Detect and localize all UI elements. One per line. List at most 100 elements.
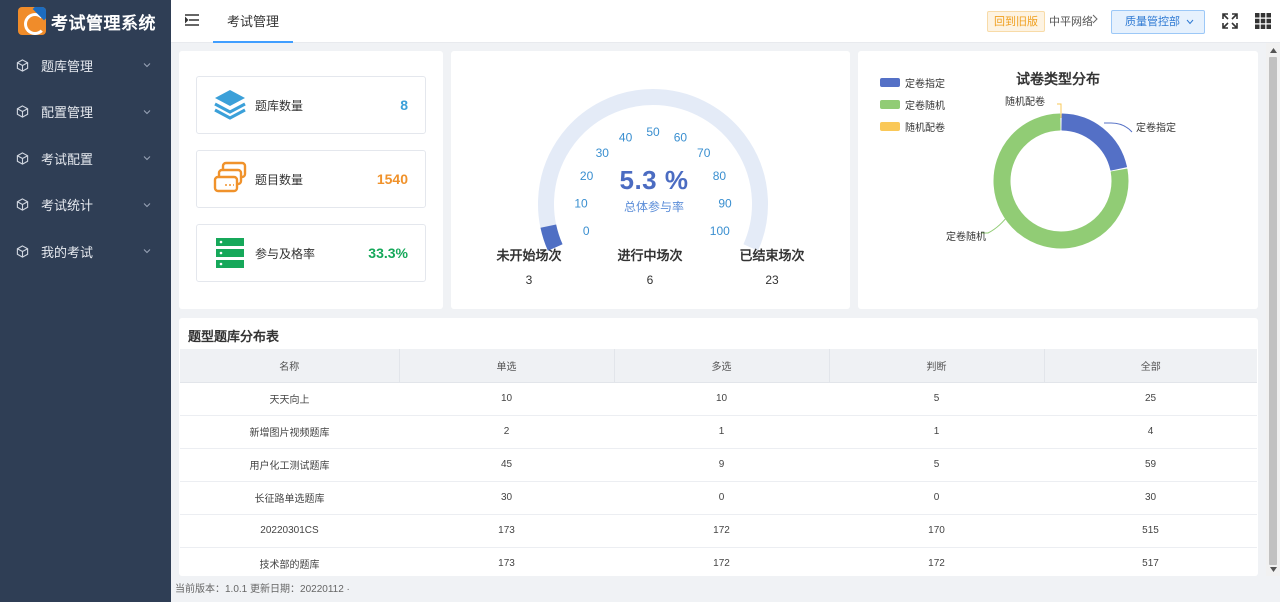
back-to-old-version-button[interactable]: 回到旧版 [987,11,1045,32]
stat-question-count: 题目数量 1540 [196,150,426,208]
chevron-down-icon [143,249,151,254]
sidebar: 考试管理系统 题库管理 配置管理 考试配置 考试统计 我的考试 [0,0,171,602]
chevron-down-icon [1186,19,1194,25]
scroll-down-arrow-icon[interactable] [1266,562,1280,576]
count-in-progress: 进行中场次 6 [600,245,700,287]
sidebar-item-label: 配置管理 [41,105,94,121]
column-header[interactable]: 判断 [829,349,1045,383]
layers-icon [214,90,246,120]
count-finished: 已结束场次 23 [722,245,822,287]
column-header[interactable]: 名称 [180,349,400,383]
count-value: 6 [646,273,654,287]
gauge-tick-label: 80 [713,169,727,183]
department-select[interactable]: 质量管控部 [1111,10,1205,34]
stats-card: 题库数量 8 题目数量 1540 参与及格率 33.3% [179,51,443,309]
scroll-up-arrow-icon[interactable] [1266,43,1280,57]
app-title: 考试管理系统 [51,13,156,33]
gauge-tick-label: 20 [580,169,594,183]
count-value: 3 [525,273,533,287]
column-header[interactable]: 全部 [1044,349,1257,383]
fullscreen-icon[interactable] [1222,13,1238,29]
table-cell: 0 [614,481,829,515]
paper-type-chart-card: 定卷指定 定卷随机 随机配卷 试卷类型分布 定卷指定 定卷随机 随机配卷 [858,51,1258,309]
slice-label: 定卷指定 [1136,123,1176,134]
chevron-down-icon [143,63,151,68]
gauge-tick-label: 50 [646,125,660,139]
table-row[interactable]: 用户化工测试题库 45 9 5 59 [180,448,1257,482]
table-cell: 59 [1044,448,1257,482]
company-breadcrumb[interactable]: 中平网络 [1049,13,1093,29]
scroll-thumb[interactable] [1269,57,1277,565]
tab-exam-management[interactable]: 考试管理 [213,0,293,43]
cards-icon [213,161,247,193]
sidebar-menu: 题库管理 配置管理 考试配置 考试统计 我的考试 [0,42,171,275]
sidebar-item-label: 考试配置 [41,151,94,167]
table-cell: 4 [1044,415,1257,449]
table-cell: 10 [399,382,614,416]
sidebar-item-exam-stats[interactable]: 考试统计 [0,182,171,229]
version-footer: 当前版本：1.0.1 更新日期：20220112 · [171,576,1280,602]
gauge-tick-label: 30 [596,146,610,160]
gauge-tick-label: 40 [619,130,633,144]
sidebar-item-my-exams[interactable]: 我的考试 [0,228,171,275]
menu-fold-icon[interactable] [185,14,199,26]
table-header-row: 名称 单选 多选 判断 全部 [180,349,1257,383]
gauge-tick-label: 60 [674,130,688,144]
table-cell: 2 [399,415,614,449]
table-cell: 25 [1044,382,1257,416]
stat-question-bank-count: 题库数量 8 [196,76,426,134]
gauge-tick-label: 0 [583,224,590,238]
table-cell: 长征路单选题库 [180,481,399,515]
gauge-center: 5.3 % 总体参与率 [601,165,707,215]
apps-grid-icon[interactable] [1255,13,1271,29]
table-cell: 9 [614,448,829,482]
sidebar-item-exam-config[interactable]: 考试配置 [0,135,171,182]
slice-label: 定卷随机 [946,232,986,243]
sidebar-item-label: 考试统计 [41,198,94,214]
count-title: 已结束场次 [739,248,805,263]
column-header[interactable]: 多选 [614,349,830,383]
table-row[interactable]: 天天向上 10 10 5 25 [180,382,1257,416]
chevron-down-icon [143,202,151,207]
cube-icon [16,198,29,211]
table-title: 题型题库分布表 [188,329,280,344]
participation-gauge-card: 0 10 20 30 40 50 60 70 80 90 100 5.3 % 总体参与率 未开始场次… [451,51,850,309]
bank-distribution-table-card: 题型题库分布表 名称 单选 多选 判断 全部 天天向上 10 10 5 25 新增图片视频… [179,318,1258,581]
cube-icon [16,59,29,72]
gauge-tick-label: 70 [697,146,711,160]
chevron-down-icon [143,156,151,161]
column-header[interactable]: 单选 [399,349,615,383]
table-cell: 173 [399,514,614,548]
chevron-down-icon [143,109,151,114]
gauge-tick-label: 90 [718,197,732,211]
table-row[interactable]: 长征路单选题库 30 0 0 30 [180,481,1257,515]
vertical-scrollbar[interactable] [1266,43,1280,576]
table-cell: 天天向上 [180,382,399,416]
table-cell: 20220301CS [180,514,399,548]
table-cell: 5 [829,448,1044,482]
label-line [1104,122,1133,133]
table-cell: 新增图片视频题库 [180,415,399,449]
count-value: 23 [765,273,779,287]
count-not-started: 未开始场次 3 [479,245,579,287]
sidebar-item-question-bank[interactable]: 题库管理 [0,42,171,89]
stat-value: 33.3% [368,245,408,261]
gauge-label: 总体参与率 [623,200,684,214]
table-cell: 45 [399,448,614,482]
count-title: 进行中场次 [617,248,683,263]
stat-value: 8 [400,97,408,113]
gauge-tick-label: 100 [710,224,730,238]
table-cell: 170 [829,514,1044,548]
table-row[interactable]: 20220301CS 173 172 170 515 [180,514,1257,548]
logo-icon [18,7,46,35]
department-select-value: 质量管控部 [1125,16,1180,28]
table-cell: 1 [614,415,829,449]
donut-slice[interactable] [1061,113,1127,171]
stat-label: 题目数量 [255,172,304,187]
count-title: 未开始场次 [496,248,562,263]
logo: 考试管理系统 [0,0,171,42]
table-cell: 用户化工测试题库 [180,448,399,482]
table-cell: 1 [829,415,1044,449]
sidebar-item-config[interactable]: 配置管理 [0,89,171,136]
table-row[interactable]: 新增图片视频题库 2 1 1 4 [180,415,1257,449]
